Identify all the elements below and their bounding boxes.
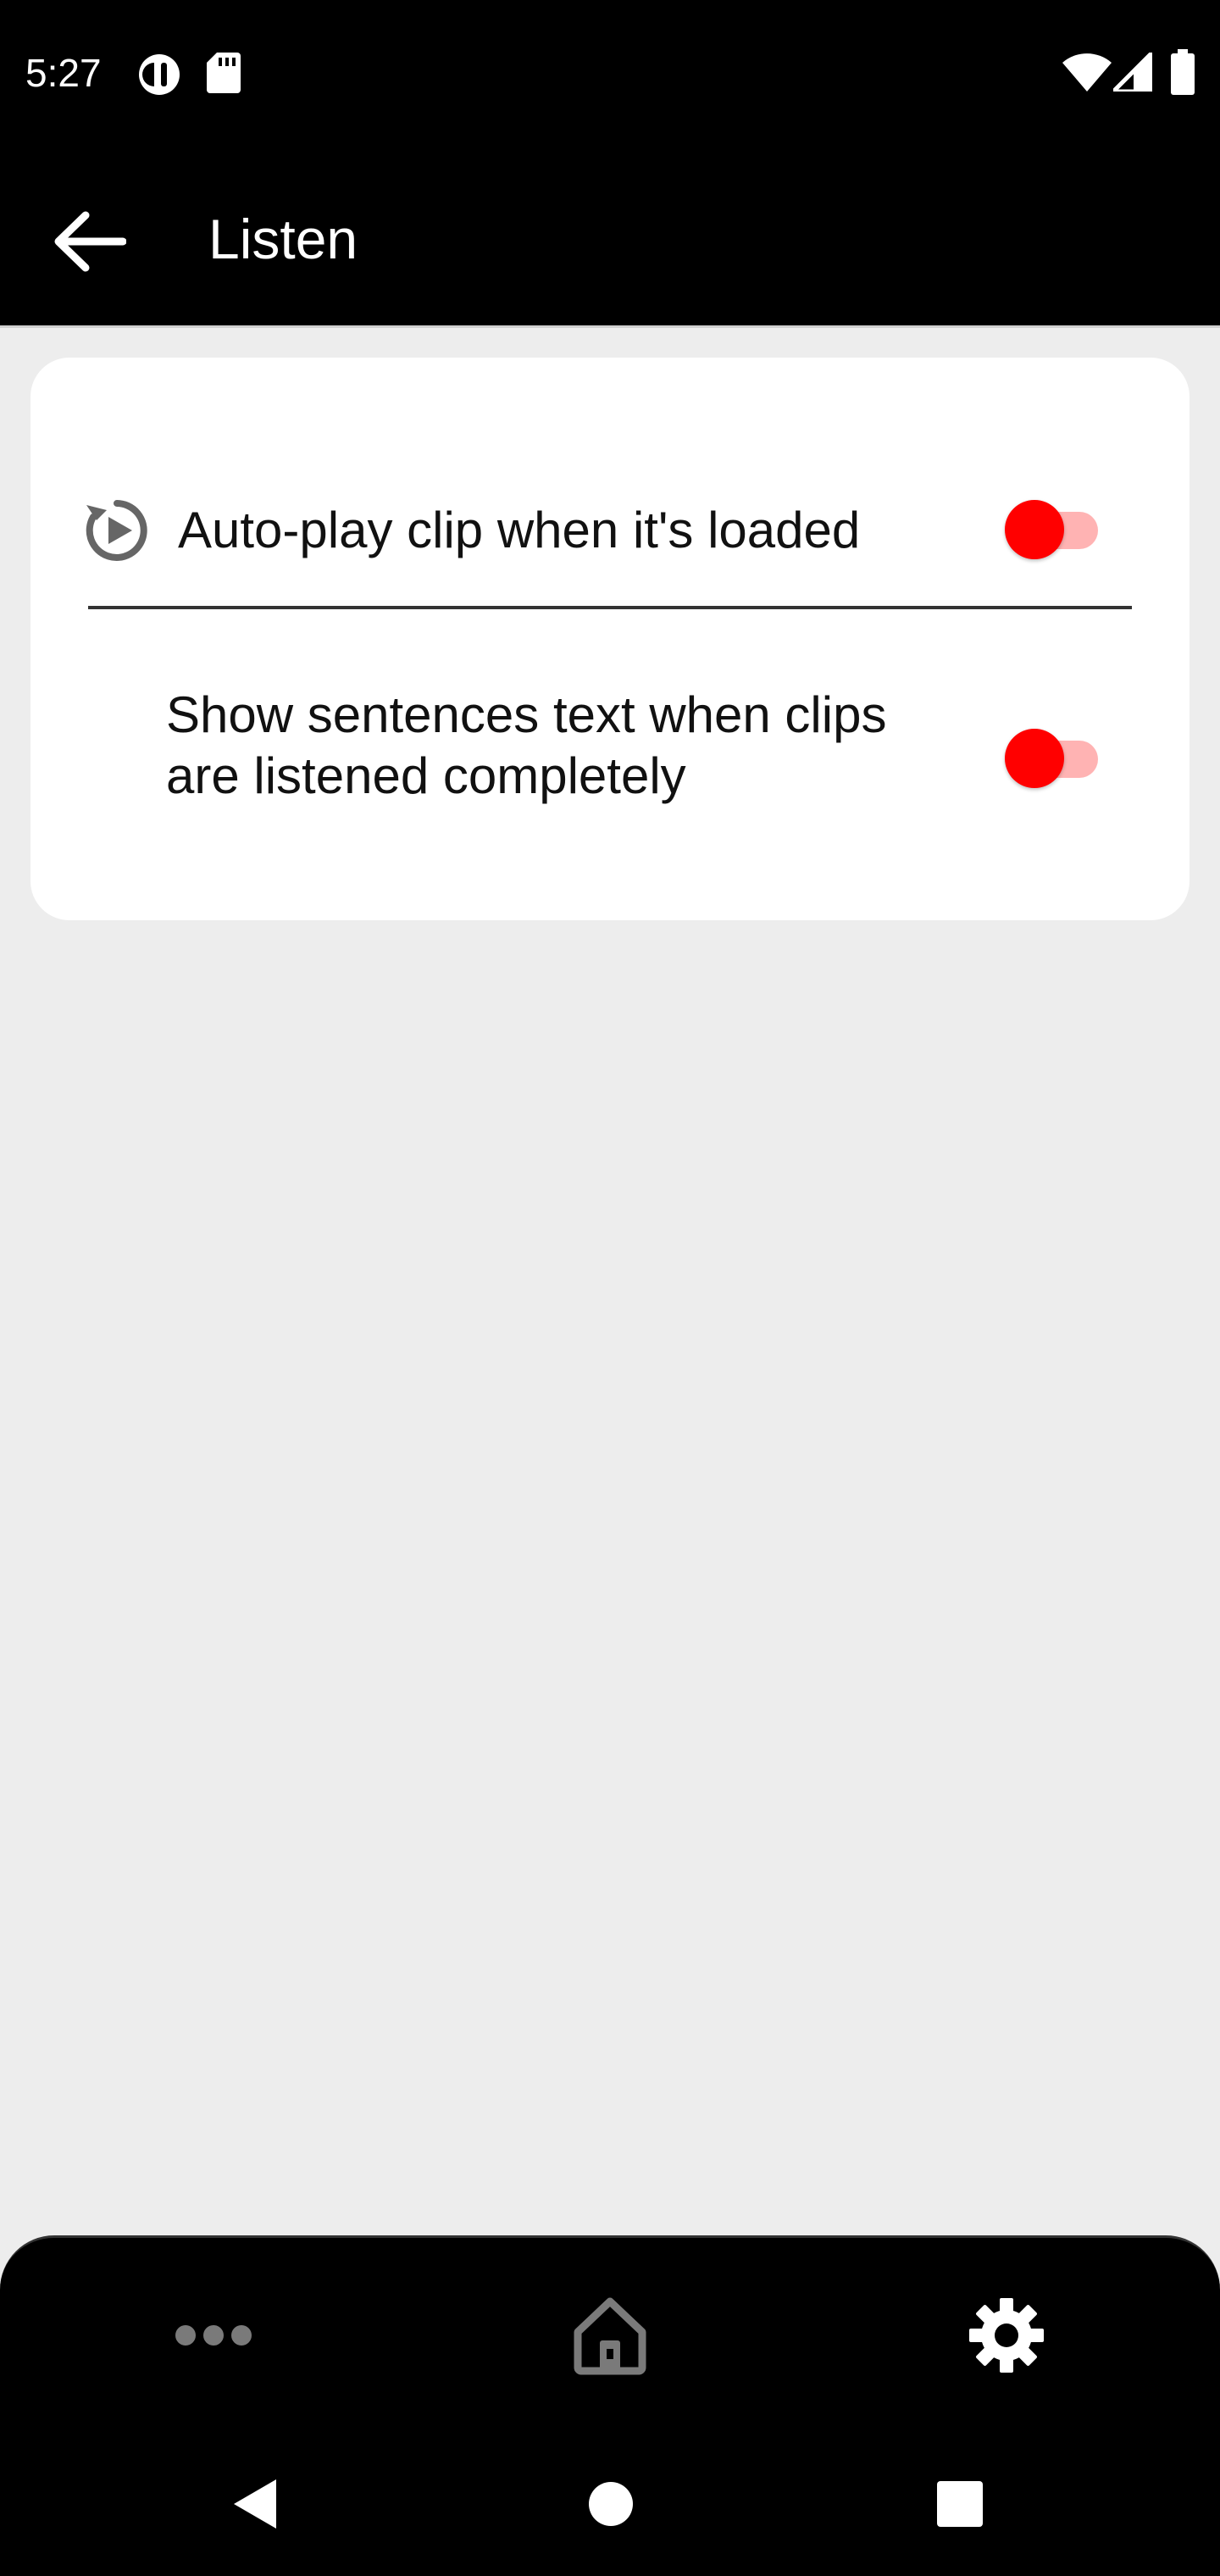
settings-gear-icon (969, 2298, 1044, 2373)
data-saver-icon (139, 54, 180, 95)
bottom-nav (0, 2235, 1220, 2432)
system-back-button[interactable] (200, 2457, 310, 2551)
home-icon (574, 2297, 646, 2375)
back-triangle-icon (234, 2479, 276, 2529)
nav-more-button[interactable] (129, 2272, 298, 2399)
cell-signal-icon (1113, 53, 1152, 92)
page-title: Listen (208, 208, 358, 270)
home-circle-icon (589, 2482, 633, 2526)
nav-settings-button[interactable] (922, 2272, 1091, 2399)
more-horiz-icon (175, 2325, 252, 2346)
battery-icon (1171, 49, 1195, 95)
autoplay-icon (86, 500, 147, 561)
setting-row-show-sentences[interactable]: Show sentences text when clips are liste… (30, 671, 1190, 841)
system-recents-button[interactable] (905, 2457, 1015, 2551)
divider (88, 606, 1132, 609)
wifi-icon (1062, 53, 1112, 92)
autoplay-label: Auto-play clip when it's loaded (178, 502, 861, 558)
toggle-thumb (1005, 729, 1064, 788)
show-sentences-label: Show sentences text when clips are liste… (166, 686, 887, 804)
settings-card: Auto-play clip when it's loaded Show sen… (30, 358, 1190, 920)
app-bar: Listen (0, 144, 1220, 325)
system-home-button[interactable] (556, 2457, 666, 2551)
toggle-thumb (1005, 500, 1064, 559)
system-nav-bar (0, 2432, 1220, 2576)
status-bar: 5:27 (0, 0, 1220, 147)
back-button[interactable] (34, 195, 144, 288)
autoplay-toggle[interactable] (998, 497, 1108, 564)
arrow-back-icon (54, 211, 126, 272)
recents-square-icon (937, 2481, 983, 2527)
nav-home-button[interactable] (525, 2272, 695, 2399)
sd-card-icon (207, 53, 241, 93)
setting-row-autoplay[interactable]: Auto-play clip when it's loaded (30, 468, 1190, 595)
status-time: 5:27 (25, 51, 102, 95)
show-sentences-toggle[interactable] (998, 725, 1108, 793)
app-bar-divider (0, 325, 1220, 328)
